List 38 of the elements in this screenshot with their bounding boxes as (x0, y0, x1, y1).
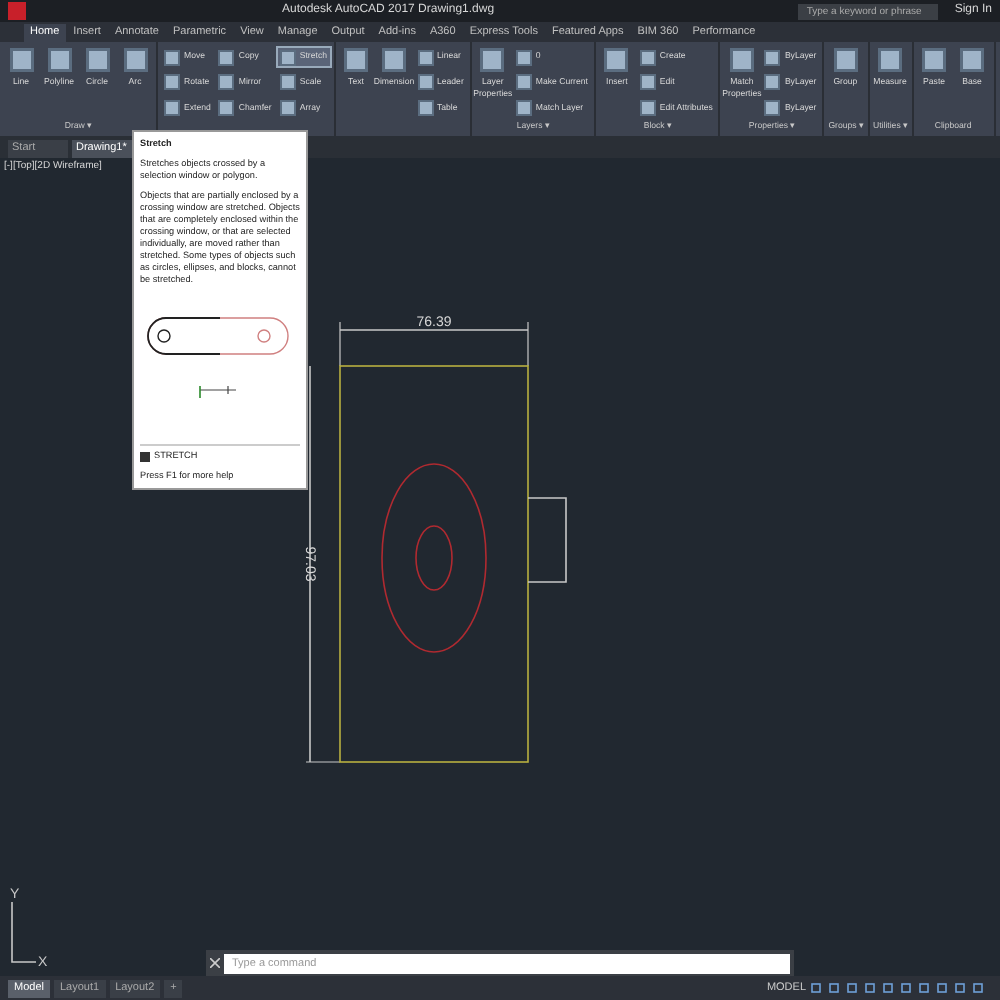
square-icon (417, 49, 433, 65)
square-icon (639, 74, 656, 91)
square-icon (833, 48, 858, 72)
square-icon (417, 99, 433, 116)
square-icon (604, 48, 629, 72)
square-icon (47, 48, 71, 72)
square-icon (764, 49, 781, 65)
square-icon (480, 48, 505, 72)
square-icon (9, 48, 33, 72)
square-icon (164, 99, 180, 116)
ucs-icon (11, 901, 37, 963)
tab-outline (527, 497, 567, 583)
square-icon (515, 49, 532, 65)
square-icon (922, 48, 947, 72)
command-icon (140, 451, 150, 461)
square-icon (279, 74, 296, 91)
square-icon (218, 49, 235, 65)
square-icon (729, 48, 754, 72)
square-icon (417, 74, 433, 91)
square-icon (382, 48, 406, 72)
square-icon (639, 49, 656, 65)
square-icon (85, 48, 109, 72)
square-icon (515, 99, 532, 116)
square-icon (279, 49, 296, 65)
square-icon (164, 74, 180, 91)
square-icon (218, 99, 235, 116)
square-icon (123, 48, 147, 72)
square-icon (764, 74, 781, 91)
square-icon (639, 99, 656, 116)
square-icon (878, 48, 902, 72)
square-icon (764, 99, 781, 116)
square-icon (218, 74, 235, 91)
square-icon (164, 49, 180, 65)
close-icon[interactable] (210, 958, 220, 968)
square-icon (515, 74, 532, 91)
square-icon (344, 48, 368, 72)
square-icon (960, 48, 985, 72)
square-icon (279, 99, 296, 116)
